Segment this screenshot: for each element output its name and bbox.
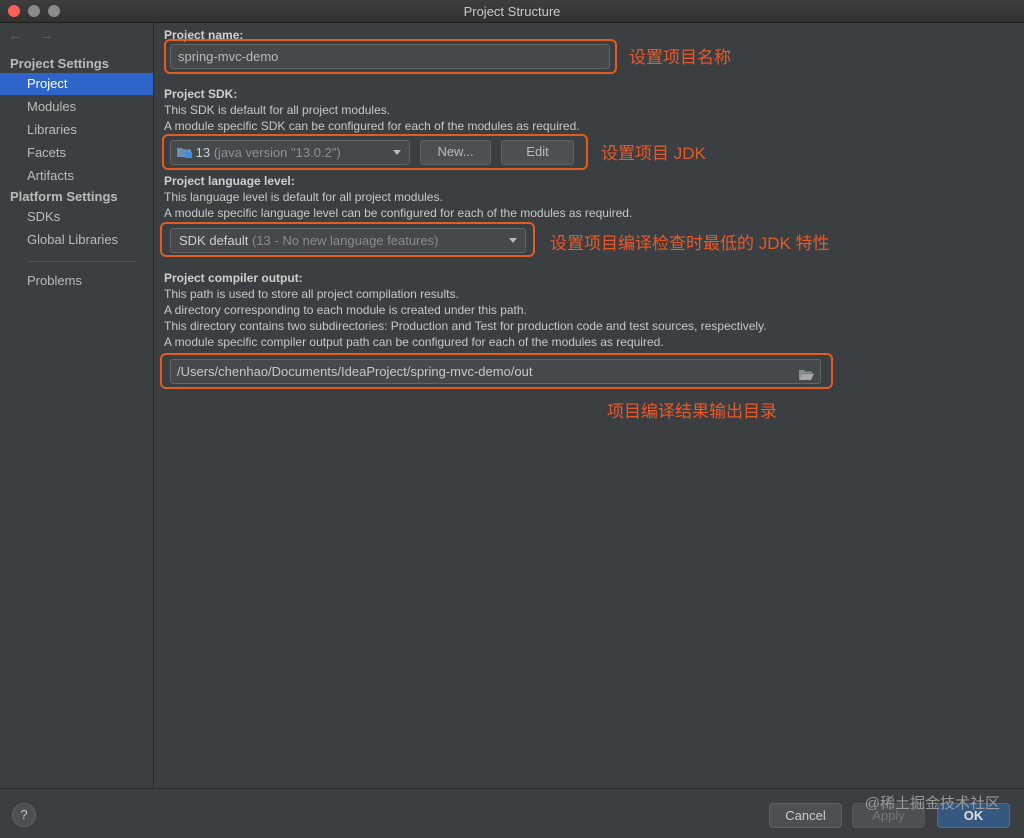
chevron-down-icon xyxy=(509,238,517,243)
language-level-detail: (13 - No new language features) xyxy=(252,233,439,248)
project-name-annotation: 设置项目名称 xyxy=(629,48,731,67)
folder-icon xyxy=(177,145,196,160)
language-level-select[interactable]: SDK default (13 - No new language featur… xyxy=(170,228,526,253)
sidebar-item-sdks[interactable]: SDKs xyxy=(0,206,153,228)
sidebar-divider xyxy=(27,261,137,262)
sidebar-item-libraries[interactable]: Libraries xyxy=(0,119,153,141)
language-level-annotation: 设置项目编译检查时最低的 JDK 特性 xyxy=(550,234,830,253)
language-level-desc-1: This language level is default for all p… xyxy=(164,190,443,204)
compiler-output-input[interactable]: /Users/chenhao/Documents/IdeaProject/spr… xyxy=(170,359,821,384)
compiler-output-label: Project compiler output: xyxy=(164,271,303,285)
compiler-output-path: /Users/chenhao/Documents/IdeaProject/spr… xyxy=(177,364,533,379)
sidebar-item-project[interactable]: Project xyxy=(0,73,153,95)
main-panel: Project name: spring-mvc-demo 设置项目名称 Pro… xyxy=(154,23,1024,788)
project-sdk-select[interactable]: 13 (java version "13.0.2") xyxy=(170,140,410,165)
sidebar-item-artifacts[interactable]: Artifacts xyxy=(0,165,153,187)
compiler-output-desc-1: This path is used to store all project c… xyxy=(164,287,459,301)
dialog-footer: ? Cancel Apply OK @稀土掘金技术社区 xyxy=(0,788,1024,838)
project-sdk-desc-1: This SDK is default for all project modu… xyxy=(164,103,391,117)
cancel-button[interactable]: Cancel xyxy=(769,803,842,828)
sdk-version-detail: (java version "13.0.2") xyxy=(213,145,341,160)
compiler-output-desc-3: This directory contains two subdirectori… xyxy=(164,319,767,333)
edit-sdk-button[interactable]: Edit xyxy=(501,140,574,165)
sidebar-item-global-libraries[interactable]: Global Libraries xyxy=(0,229,153,251)
compiler-output-desc-4: A module specific compiler output path c… xyxy=(164,335,664,349)
project-settings-header: Project Settings xyxy=(10,56,109,71)
language-level-label: Project language level: xyxy=(164,174,295,188)
new-sdk-button[interactable]: New... xyxy=(420,140,491,165)
chevron-down-icon xyxy=(393,150,401,155)
project-name-input[interactable]: spring-mvc-demo xyxy=(170,44,610,69)
project-sdk-desc-2: A module specific SDK can be configured … xyxy=(164,119,580,133)
platform-settings-header: Platform Settings xyxy=(10,189,118,204)
sdk-version: 13 xyxy=(195,145,211,160)
compiler-output-annotation: 项目编译结果输出目录 xyxy=(607,402,777,421)
sidebar-item-problems[interactable]: Problems xyxy=(0,270,153,292)
title-bar: Project Structure xyxy=(0,0,1024,23)
compiler-output-desc-2: A directory corresponding to each module… xyxy=(164,303,527,317)
sidebar-item-facets[interactable]: Facets xyxy=(0,142,153,164)
nav-arrows-icon[interactable]: ← → xyxy=(8,27,60,44)
language-level-desc-2: A module specific language level can be … xyxy=(164,206,633,220)
sidebar-item-modules[interactable]: Modules xyxy=(0,96,153,118)
folder-open-icon[interactable] xyxy=(799,365,814,388)
sidebar: ← → Project Settings Project Modules Lib… xyxy=(0,23,154,788)
project-sdk-label: Project SDK: xyxy=(164,87,238,101)
project-sdk-annotation: 设置项目 JDK xyxy=(601,144,706,163)
language-level-value: SDK default xyxy=(179,233,249,248)
help-icon[interactable]: ? xyxy=(12,803,36,827)
watermark: @稀土掘金技术社区 xyxy=(864,795,1000,812)
window-title: Project Structure xyxy=(463,4,561,19)
